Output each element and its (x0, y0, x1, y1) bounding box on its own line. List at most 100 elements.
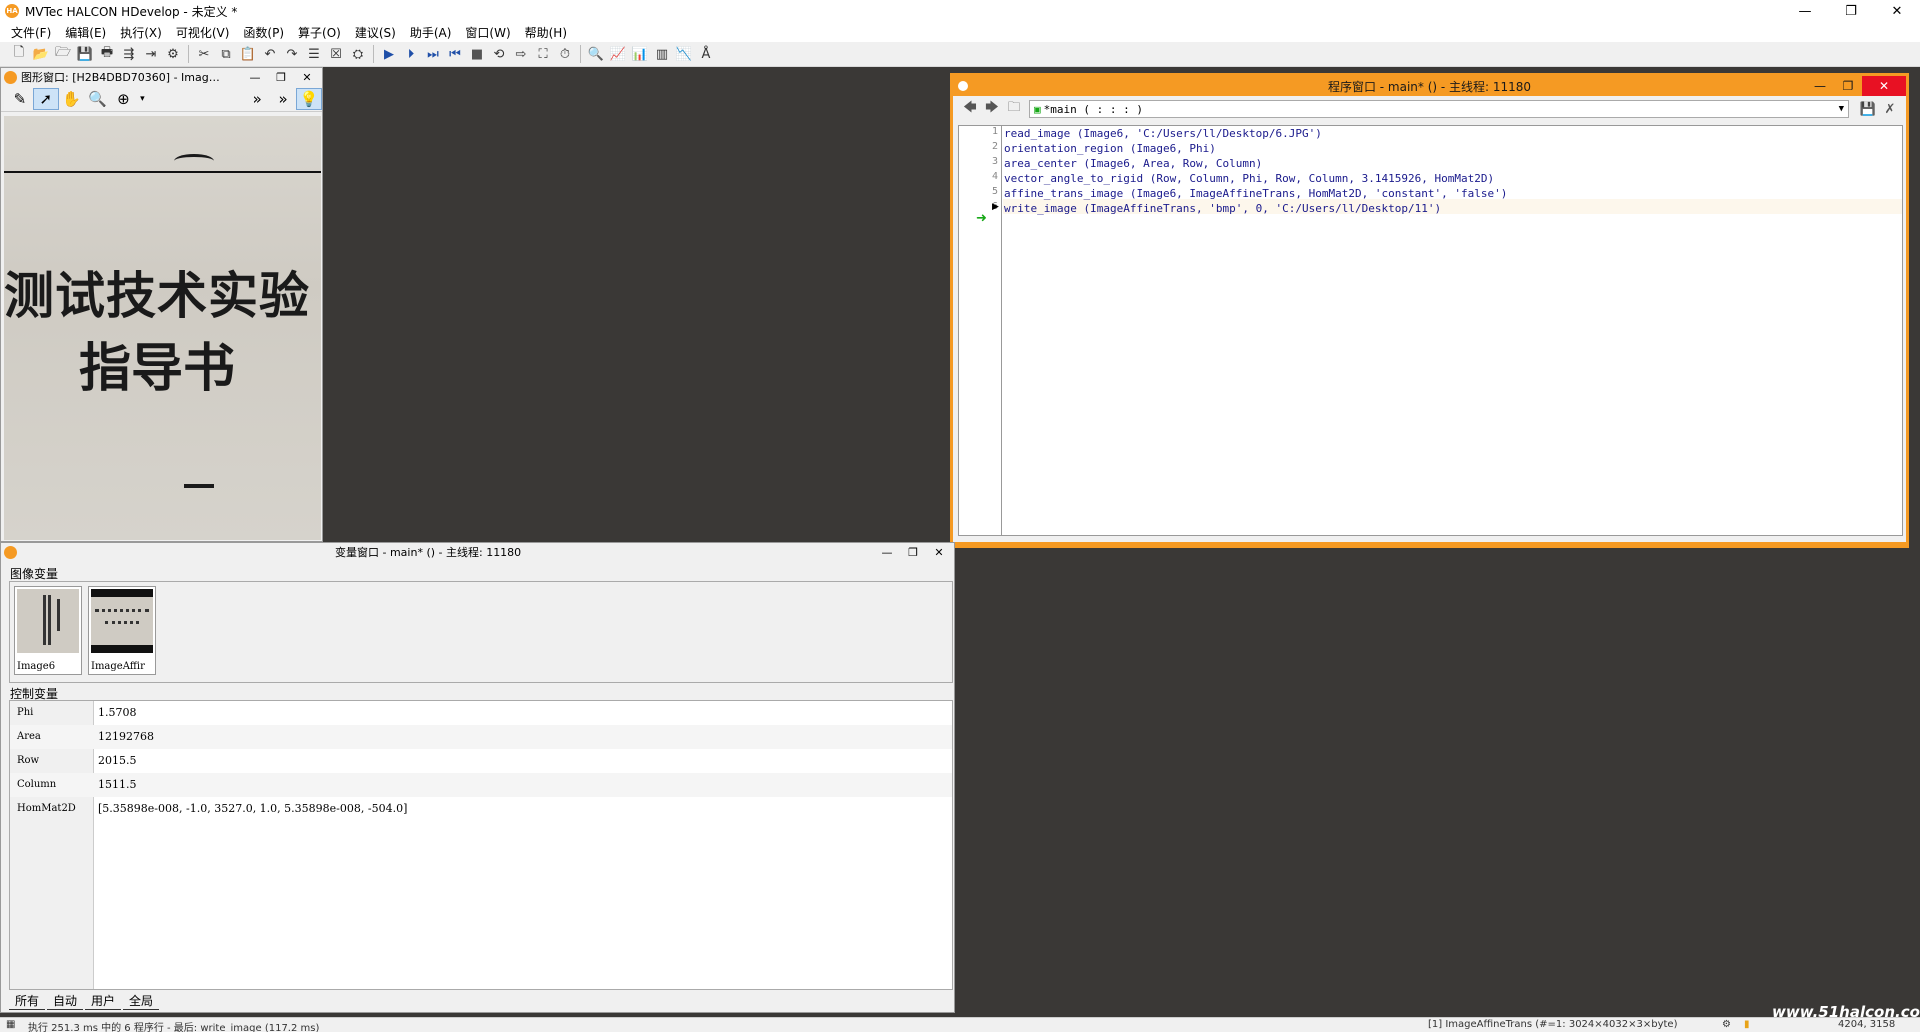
line-profile-icon[interactable]: 📈 (607, 44, 629, 64)
step-into-icon[interactable]: ⏭ (422, 44, 444, 64)
code-line[interactable]: affine_trans_image (Image6, ImageAffineT… (1004, 186, 1507, 201)
control-variable-name: Area (17, 731, 41, 742)
menu-procedures[interactable]: 函数(P) (236, 24, 291, 41)
lightbulb-icon[interactable]: 💡 (296, 87, 322, 110)
zoom-in-icon[interactable]: ⊕ (111, 88, 137, 110)
minimize-button[interactable]: — (1806, 76, 1834, 96)
run-icon[interactable]: ▶ (378, 44, 400, 64)
tab-user[interactable]: 用户 (85, 992, 122, 1010)
maximize-button[interactable]: ❐ (900, 543, 926, 561)
maximize-button[interactable]: ❐ (268, 68, 294, 86)
image-mark (174, 154, 214, 168)
procedure-select[interactable]: ▣ *main ( : : : ) ▼ (1029, 100, 1849, 118)
folder-icon[interactable]: 🗀 (1003, 99, 1025, 119)
break-icon[interactable]: ⛶ (532, 44, 554, 64)
step-over-icon[interactable]: ⏵ (400, 44, 422, 64)
menu-window[interactable]: 窗口(W) (458, 24, 517, 41)
save-icon[interactable]: 💾 (74, 44, 96, 64)
menu-file[interactable]: 文件(F) (4, 24, 58, 41)
open-example-icon[interactable]: 🗁 (52, 44, 74, 64)
print-icon[interactable]: 🖶 (96, 44, 118, 64)
histogram-icon[interactable]: 📊 (629, 44, 651, 64)
menu-assistants[interactable]: 助手(A) (403, 24, 459, 41)
control-variable-row[interactable]: Row 2015.5 (10, 749, 952, 773)
delete-procedure-icon[interactable]: ✗ (1879, 99, 1901, 119)
settings-icon[interactable]: ⚙ (162, 44, 184, 64)
reset-icon[interactable]: ⟲ (488, 44, 510, 64)
more-icon[interactable]: » (244, 88, 270, 110)
hand-icon[interactable]: ✋ (59, 88, 85, 110)
open-file-icon[interactable]: 📂 (30, 44, 52, 64)
timer-icon[interactable]: ⏱ (554, 44, 576, 64)
new-file-icon[interactable]: 🗋 (8, 44, 30, 64)
menu-suggestions[interactable]: 建议(S) (348, 24, 403, 41)
code-line[interactable]: orientation_region (Image6, Phi) (1004, 141, 1216, 156)
thumb-black-border (91, 645, 153, 653)
graphics-image-display[interactable]: 测试技术实验 指导书 (4, 116, 321, 540)
menu-operators[interactable]: 算子(O) (291, 24, 348, 41)
stop-icon[interactable]: ■ (466, 44, 488, 64)
forward-arrow-icon[interactable]: 🡆 (981, 99, 1003, 119)
undo-icon[interactable]: ↶ (259, 44, 281, 64)
inspect-icon[interactable]: 🔍 (585, 44, 607, 64)
paste-icon[interactable]: 📋 (237, 44, 259, 64)
status-bar: ▦ 执行 251.3 ms 中的 6 程序行 - 最后: write_image… (0, 1017, 1920, 1032)
chevron-down-icon[interactable]: ▾ (136, 88, 148, 110)
cut-icon[interactable]: ✂ (193, 44, 215, 64)
save-procedure-icon[interactable]: 💾 (1857, 99, 1879, 119)
tab-auto[interactable]: 自动 (47, 992, 84, 1010)
more-icon[interactable]: » (270, 88, 296, 110)
halcon-icon (4, 70, 17, 84)
control-variable-row[interactable]: Phi 1.5708 (10, 701, 952, 725)
feature-histogram-icon[interactable]: ▥ (651, 44, 673, 64)
activate-line-icon[interactable]: ☰ (303, 44, 325, 64)
maximize-button[interactable]: ❐ (1834, 76, 1862, 96)
close-button[interactable]: ✕ (926, 543, 952, 561)
pencil-icon[interactable]: ✎ (7, 88, 33, 110)
redo-icon[interactable]: ↷ (281, 44, 303, 64)
magnifier-icon[interactable]: 🔍 (85, 88, 111, 110)
close-button[interactable]: ✕ (1862, 76, 1906, 96)
run-to-icon[interactable]: ⇨ (510, 44, 532, 64)
image-variable-thumb[interactable]: ImageAffir (88, 586, 156, 675)
code-editor[interactable]: 1 2 3 4 5 6 ▶ ➜ read_image (Image6, 'C:/… (958, 125, 1903, 536)
ocr-icon[interactable]: Å (695, 44, 717, 64)
step-out-icon[interactable]: ⏮ (444, 44, 466, 64)
deactivate-line-icon[interactable]: ☒ (325, 44, 347, 64)
code-line[interactable]: read_image (Image6, 'C:/Users/ll/Desktop… (1004, 126, 1322, 141)
feature-inspection-icon[interactable]: 📉 (673, 44, 695, 64)
copy-icon[interactable]: ⧉ (215, 44, 237, 64)
watermark-logo: www.51halcon.com (1772, 1003, 1920, 1021)
menu-execute[interactable]: 执行(X) (113, 24, 169, 41)
color-indicator-icon: ▮ (1744, 1019, 1750, 1030)
execute-icon[interactable]: ⛭ (347, 44, 369, 64)
graphics-window: 图形窗口: [H2B4DBD70360] - Imag… — ❐ ✕ ✎ ➚ ✋… (0, 67, 323, 542)
tab-all[interactable]: 所有 (9, 992, 46, 1010)
code-line[interactable]: area_center (Image6, Area, Row, Column) (1004, 156, 1262, 171)
menu-help[interactable]: 帮助(H) (518, 24, 574, 41)
minimize-button[interactable]: — (874, 543, 900, 561)
line-number-gutter[interactable]: 1 2 3 4 5 6 ▶ ➜ (959, 126, 1002, 535)
close-button[interactable]: ✕ (1874, 0, 1920, 22)
pointer-icon[interactable]: ➚ (32, 87, 59, 110)
minimize-button[interactable]: — (1782, 0, 1828, 22)
control-variable-row[interactable]: Area 12192768 (10, 725, 952, 749)
control-variable-row[interactable]: Column 1511.5 (10, 773, 952, 797)
graphics-window-controls: — ❐ ✕ (242, 68, 320, 86)
minimize-button[interactable]: — (242, 68, 268, 86)
close-button[interactable]: ✕ (294, 68, 320, 86)
status-image-info: [1] ImageAffineTrans (#=1: 3024×4032×3×b… (1428, 1019, 1678, 1030)
gear-icon[interactable]: ⚙ (1722, 1019, 1731, 1030)
import-icon[interactable]: ⇥ (140, 44, 162, 64)
menu-visualization[interactable]: 可视化(V) (169, 24, 237, 41)
image-variable-thumb[interactable]: Image6 (14, 586, 82, 675)
code-line[interactable]: write_image (ImageAffineTrans, 'bmp', 0,… (1004, 201, 1441, 216)
tab-global[interactable]: 全局 (123, 992, 160, 1010)
graphics-window-titlebar: 图形窗口: [H2B4DBD70360] - Imag… — ❐ ✕ (1, 68, 322, 86)
maximize-button[interactable]: ❐ (1828, 0, 1874, 22)
control-variable-row[interactable]: HomMat2D [5.35898e-008, -1.0, 3527.0, 1.… (10, 797, 952, 821)
back-arrow-icon[interactable]: 🡄 (959, 99, 981, 119)
menu-edit[interactable]: 编辑(E) (58, 24, 113, 41)
export-icon[interactable]: ⇶ (118, 44, 140, 64)
code-line[interactable]: vector_angle_to_rigid (Row, Column, Phi,… (1004, 171, 1494, 186)
